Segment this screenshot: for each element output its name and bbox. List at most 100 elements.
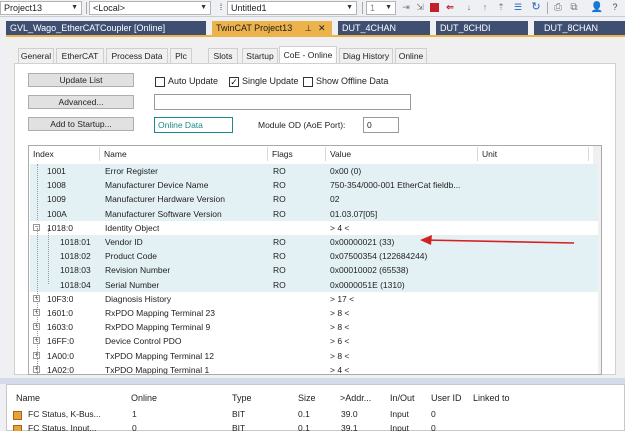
table-row[interactable]: +1A02:0 TxPDO Mapping Terminal 1 > 4 < — [30, 362, 598, 374]
auto-update-checkbox[interactable] — [155, 77, 165, 87]
tab-startup[interactable]: Startup — [242, 48, 278, 63]
column-flags[interactable]: Flags — [269, 147, 326, 161]
tab-ethercat[interactable]: EtherCAT — [56, 48, 104, 63]
toolbar-separator — [362, 2, 363, 14]
update-list-button[interactable]: Update List — [28, 73, 134, 87]
tab-process-data[interactable]: Process Data — [106, 48, 168, 63]
column-user-id[interactable]: User ID — [431, 391, 462, 405]
tab-dut-4chan[interactable]: DUT_4CHAN — [338, 21, 430, 35]
column-in-out[interactable]: In/Out — [390, 391, 415, 405]
breakpoints-icon[interactable]: ☰ — [511, 1, 525, 14]
stop-icon[interactable] — [430, 3, 439, 12]
refresh-icon[interactable]: ↻ — [529, 1, 543, 14]
close-icon[interactable]: ✕ — [318, 21, 326, 35]
input-variable-icon — [13, 411, 22, 420]
step-out-icon[interactable]: ↑ — [479, 1, 491, 14]
single-update-label: Single Update — [242, 76, 299, 86]
row-index: 1018:0 — [47, 222, 73, 233]
row-value: 750-354/000-001 EtherCat fieldb... — [330, 180, 461, 191]
tab-slots[interactable]: Slots — [208, 48, 238, 63]
table-row[interactable]: 100A Manufacturer Software Version RO 01.03… — [30, 206, 598, 221]
advanced-info-field[interactable] — [154, 94, 411, 110]
project-combo[interactable]: Project13 ▼ — [0, 1, 82, 15]
column-name[interactable]: Name — [101, 147, 268, 161]
table-row[interactable]: +1A00:0 TxPDO Mapping Terminal 12 > 8 < — [30, 348, 598, 363]
column-index[interactable]: Index — [30, 147, 100, 161]
table-row[interactable]: 1018:04 Serial Number RO 0x0000051E (1310) — [30, 277, 598, 292]
module-od-value: 0 — [367, 120, 372, 130]
table-row[interactable]: 1018:03 Revision Number RO 0x00010002 (6553… — [30, 263, 598, 278]
table-row[interactable]: FC Status, Input... 0 BIT 0.1 39.1 Input… — [7, 423, 624, 431]
column-size[interactable]: Size — [298, 391, 316, 405]
tab-dut-8chdi[interactable]: DUT_8CHDI — [436, 21, 528, 35]
column-name[interactable]: Name — [16, 391, 40, 405]
run-to-cursor-icon[interactable]: ⇡ — [495, 1, 507, 14]
table-row[interactable]: 1001 Error Register RO 0x00 (0) — [30, 164, 598, 179]
variable-address: 39.0 — [341, 409, 358, 419]
counter-combo-value: 1 — [370, 3, 376, 13]
single-update-checkbox[interactable]: ✓ — [229, 77, 239, 87]
pin-icon[interactable]: ⊣ — [300, 25, 314, 32]
table-row[interactable]: +10F3:0 Diagnosis History > 17 < — [30, 291, 598, 306]
column-type[interactable]: Type — [232, 391, 252, 405]
variable-name: FC Status, Input... — [28, 423, 97, 431]
column-label: Flags — [272, 149, 293, 159]
module-od-field[interactable]: 0 — [363, 117, 399, 133]
table-row[interactable]: 1008 Manufacturer Device Name RO 750-354/00… — [30, 178, 598, 193]
table-row[interactable]: +1603:0 RxPDO Mapping Terminal 9 > 8 < — [30, 320, 598, 335]
tab-label: Diag History — [342, 51, 390, 61]
grip-icon: ⁞ — [219, 2, 223, 12]
step-over-icon[interactable]: ⇲ — [414, 1, 426, 14]
tab-general[interactable]: General — [18, 48, 54, 63]
online-data-text: Online Data — [158, 120, 203, 130]
tab-label: CoE - Online — [283, 50, 333, 60]
row-flags: RO — [273, 208, 286, 219]
add-to-startup-button[interactable]: Add to Startup... — [28, 117, 134, 131]
tab-gvl-wago-ethercat-coupler[interactable]: GVL_Wago_EtherCATCoupler [Online] — [6, 21, 206, 35]
variable-size: 0.1 — [298, 409, 310, 419]
row-index: 1008 — [47, 180, 66, 191]
help-icon[interactable]: ? — [608, 1, 622, 14]
row-name: Diagnosis History — [105, 293, 172, 304]
tab-twincat-project13[interactable]: TwinCAT Project13 ⊣ ✕ — [212, 21, 332, 35]
column-online[interactable]: Online — [131, 391, 157, 405]
row-index: 100A — [47, 208, 67, 219]
column-address[interactable]: >Addr... — [340, 391, 371, 405]
local-combo[interactable]: <Local> ▼ — [89, 1, 211, 15]
tab-coe-online[interactable]: CoE - Online — [279, 46, 337, 64]
column-label: Size — [298, 393, 316, 403]
save-all-icon[interactable]: ⧉ — [568, 1, 580, 14]
column-label: Type — [232, 393, 252, 403]
save-icon[interactable]: ⎙ — [552, 1, 564, 14]
tab-dut-8chan[interactable]: DUT_8CHAN — [534, 21, 625, 35]
column-linked-to[interactable]: Linked to — [473, 391, 510, 405]
check-icon: ✓ — [230, 77, 238, 87]
table-row[interactable]: 1009 Manufacturer Hardware Version RO 02 — [30, 192, 598, 207]
step-into-icon[interactable]: ↓ — [463, 1, 475, 14]
table-row[interactable]: FC Status, K-Bus... 1 BIT 0.1 39.0 Input… — [7, 409, 624, 422]
row-value: > 4 < — [330, 364, 350, 374]
tab-diag-history[interactable]: Diag History — [339, 48, 393, 63]
table-row[interactable]: +16FF:0 Device Control PDO > 6 < — [30, 334, 598, 349]
tab-label: EtherCAT — [61, 51, 99, 61]
tab-plc[interactable]: Plc — [170, 48, 192, 63]
row-name: TxPDO Mapping Terminal 12 — [105, 350, 214, 361]
button-label: Update List — [59, 75, 103, 85]
logout-icon[interactable]: ⇐ — [443, 1, 457, 14]
table-row[interactable]: +1601:0 RxPDO Mapping Terminal 23 > 8 < — [30, 306, 598, 321]
logged-in-user-icon[interactable]: 👤 — [590, 1, 604, 14]
row-flags: RO — [273, 279, 286, 290]
counter-combo[interactable]: 1 ▼ — [366, 1, 396, 15]
column-unit[interactable]: Unit — [479, 147, 589, 161]
table-row[interactable]: 1018:02 Product Code RO 0x07500354 (1226842… — [30, 249, 598, 264]
tab-online[interactable]: Online — [395, 48, 427, 63]
untitled-combo[interactable]: Untitled1 ▼ — [227, 1, 357, 15]
column-value[interactable]: Value — [327, 147, 478, 161]
advanced-button[interactable]: Advanced... — [28, 95, 134, 109]
show-offline-data-checkbox[interactable] — [303, 77, 313, 87]
tab-label: Process Data — [111, 51, 163, 61]
row-value: 0x07500354 (122684244) — [330, 251, 428, 262]
step-icon[interactable]: ⇥ — [400, 1, 412, 14]
row-value: > 8 < — [330, 350, 350, 361]
variable-size: 0.1 — [298, 423, 310, 431]
